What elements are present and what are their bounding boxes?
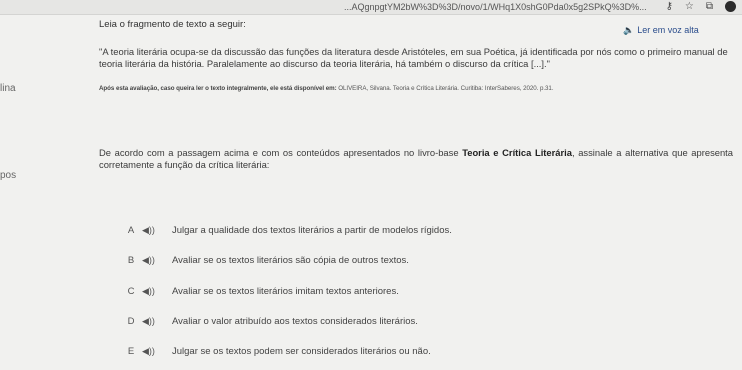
statement-book-title: Teoria e Crítica Literária <box>462 147 572 158</box>
speaker-icon[interactable]: ◀)) <box>142 286 172 297</box>
option-text: Avaliar se os textos literários imitam t… <box>172 285 399 297</box>
option-d[interactable]: D ◀)) Avaliar o valor atribuído aos text… <box>120 314 418 328</box>
option-letter: C <box>127 285 135 297</box>
citation-reference: OLIVEIRA, Silvana. Teoria e Crítica Lite… <box>336 85 554 92</box>
option-letter: E <box>127 345 135 357</box>
statement-part-1: De acordo com a passagem acima e com os … <box>99 147 463 158</box>
option-text: Avaliar o valor atribuído aos textos con… <box>172 315 418 327</box>
option-text: Julgar a qualidade dos textos literários… <box>172 224 452 236</box>
star-icon[interactable]: ☆ <box>685 1 694 12</box>
browser-actions: ⚷ ☆ ⧉ <box>666 1 736 12</box>
read-aloud-button[interactable]: 🔈 Ler em voz alta <box>623 25 699 36</box>
question-statement: De acordo com a passagem acima e com os … <box>99 147 733 171</box>
speaker-icon: 🔈 <box>623 25 635 35</box>
option-c[interactable]: C ◀)) Avaliar se os textos literários im… <box>120 284 399 298</box>
extension-icon[interactable]: ⧉ <box>706 1 713 12</box>
speaker-icon[interactable]: ◀)) <box>142 225 172 236</box>
option-e[interactable]: E ◀)) Julgar se os textos podem ser cons… <box>120 344 431 358</box>
option-text: Julgar se os textos podem ser considerad… <box>172 345 431 357</box>
read-aloud-label: Ler em voz alta <box>637 25 699 35</box>
sidebar-item-partial-2[interactable]: pos <box>0 170 16 181</box>
option-b[interactable]: B ◀)) Avaliar se os textos literários sã… <box>120 253 409 267</box>
speaker-icon[interactable]: ◀)) <box>142 316 172 327</box>
question-prompt: Leia o fragmento de texto a seguir: <box>99 19 246 30</box>
option-letter: A <box>127 224 135 236</box>
option-a[interactable]: A ◀)) Julgar a qualidade dos textos lite… <box>120 223 452 237</box>
quoted-text: "A teoria literária ocupa-se da discussã… <box>99 46 728 69</box>
option-letter: D <box>127 315 135 327</box>
citation-intro: Após esta avaliação, caso queira ler o t… <box>99 85 337 92</box>
speaker-icon[interactable]: ◀)) <box>142 255 172 266</box>
sidebar-item-partial-1[interactable]: lina <box>0 83 16 94</box>
option-letter: B <box>127 254 135 266</box>
browser-toolbar: ...AQgnpgtYM2bW%3D%3D/novo/1/WHq1X0shG0P… <box>0 0 742 15</box>
address-bar[interactable]: ...AQgnpgtYM2bW%3D%3D/novo/1/WHq1X0shG0P… <box>344 2 647 12</box>
speaker-icon[interactable]: ◀)) <box>142 346 172 357</box>
option-text: Avaliar se os textos literários são cópi… <box>172 254 409 266</box>
profile-icon[interactable] <box>725 1 736 12</box>
citation: Após esta avaliação, caso queira ler o t… <box>99 85 731 92</box>
key-icon[interactable]: ⚷ <box>666 1 673 12</box>
